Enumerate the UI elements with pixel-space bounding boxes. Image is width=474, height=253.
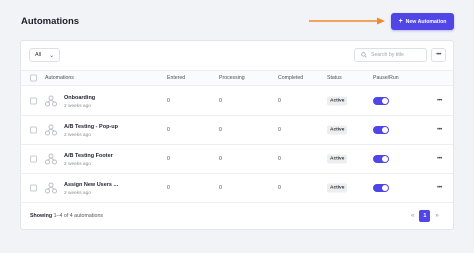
- next-page-button[interactable]: »: [435, 213, 438, 219]
- row-checkbox[interactable]: [30, 184, 37, 192]
- completed-count: 0: [278, 127, 281, 133]
- col-processing: Processing: [219, 75, 245, 81]
- chevron-down-icon: ⌄: [49, 52, 55, 59]
- entered-count: 0: [167, 98, 170, 104]
- status-badge: Active: [327, 154, 348, 164]
- row-checkbox[interactable]: [30, 126, 37, 134]
- processing-count: 0: [219, 185, 222, 191]
- new-automation-label: New Automation: [405, 18, 447, 25]
- automation-time: 2 weeks ago: [64, 133, 91, 138]
- pointer-arrow-icon: [309, 17, 385, 25]
- table-row[interactable]: A/B Testing Footer 2 weeks ago 0 0 0 Active ••…: [21, 145, 453, 174]
- table-row[interactable]: Onboarding 2 weeks ago 0 0 0 Active •••: [21, 87, 453, 116]
- row-checkbox[interactable]: [30, 97, 37, 105]
- more-icon: •••: [436, 52, 441, 58]
- results-summary: Showing 1–4 of 4 automations: [30, 213, 103, 219]
- select-all-checkbox[interactable]: [30, 74, 37, 82]
- page-1-button[interactable]: 1: [419, 210, 431, 222]
- more-options-button[interactable]: •••: [431, 48, 446, 62]
- pagination: « 1 »: [411, 210, 439, 222]
- automation-name[interactable]: A/B Testing Footer: [64, 153, 113, 159]
- row-more-icon[interactable]: •••: [437, 185, 442, 191]
- status-badge: Active: [327, 125, 348, 135]
- col-entered: Entered: [167, 75, 186, 81]
- processing-count: 0: [219, 127, 222, 133]
- page-title: Automations: [21, 16, 80, 27]
- table-row[interactable]: A/B Testing - Pop-up 2 weeks ago 0 0 0 Active…: [21, 116, 453, 145]
- status-badge: Active: [327, 96, 348, 106]
- row-more-icon[interactable]: •••: [437, 127, 442, 133]
- col-automations: Automations: [45, 75, 74, 81]
- pause-run-toggle[interactable]: [373, 97, 389, 105]
- pause-run-toggle[interactable]: [373, 126, 389, 134]
- search-input[interactable]: Search by title: [354, 48, 427, 62]
- row-more-icon[interactable]: •••: [437, 98, 442, 104]
- col-status: Status: [327, 75, 342, 81]
- completed-count: 0: [278, 156, 281, 162]
- entered-count: 0: [167, 127, 170, 133]
- processing-count: 0: [219, 98, 222, 104]
- pause-run-toggle[interactable]: [373, 184, 389, 192]
- entered-count: 0: [167, 156, 170, 162]
- automation-time: 2 weeks ago: [64, 104, 91, 109]
- status-badge: Active: [327, 183, 348, 193]
- results-range: 1–4 of 4 automations: [53, 213, 104, 219]
- automation-name[interactable]: Onboarding: [64, 95, 95, 101]
- completed-count: 0: [278, 98, 281, 104]
- workflow-icon: [45, 153, 57, 165]
- automation-name[interactable]: A/B Testing - Pop-up: [64, 124, 118, 130]
- search-icon: [361, 52, 367, 58]
- automation-name[interactable]: Assign New Users ...: [64, 182, 118, 188]
- prev-page-button[interactable]: «: [411, 213, 414, 219]
- showing-label: Showing: [30, 213, 53, 219]
- col-completed: Completed: [278, 75, 304, 81]
- pause-run-toggle[interactable]: [373, 155, 389, 163]
- col-pause-run: Pause/Run: [373, 75, 399, 81]
- table-header: Automations Entered Processing Completed…: [21, 70, 453, 86]
- automations-card: All ⌄ Search by title ••• Automations En…: [20, 40, 454, 230]
- processing-count: 0: [219, 156, 222, 162]
- workflow-icon: [45, 95, 57, 107]
- automation-time: 2 weeks ago: [64, 191, 91, 196]
- automation-time: 2 weeks ago: [64, 162, 91, 167]
- completed-count: 0: [278, 185, 281, 191]
- row-checkbox[interactable]: [30, 155, 37, 163]
- workflow-icon: [45, 124, 57, 136]
- new-automation-button[interactable]: + New Automation: [391, 13, 454, 30]
- workflow-icon: [45, 182, 57, 194]
- plus-icon: +: [398, 18, 403, 25]
- filter-value: All: [35, 52, 42, 58]
- table-row[interactable]: Assign New Users ... 2 weeks ago 0 0 0 Active…: [21, 174, 453, 203]
- search-placeholder: Search by title: [371, 52, 404, 58]
- row-more-icon[interactable]: •••: [437, 156, 442, 162]
- entered-count: 0: [167, 185, 170, 191]
- status-filter-select[interactable]: All ⌄: [29, 48, 60, 62]
